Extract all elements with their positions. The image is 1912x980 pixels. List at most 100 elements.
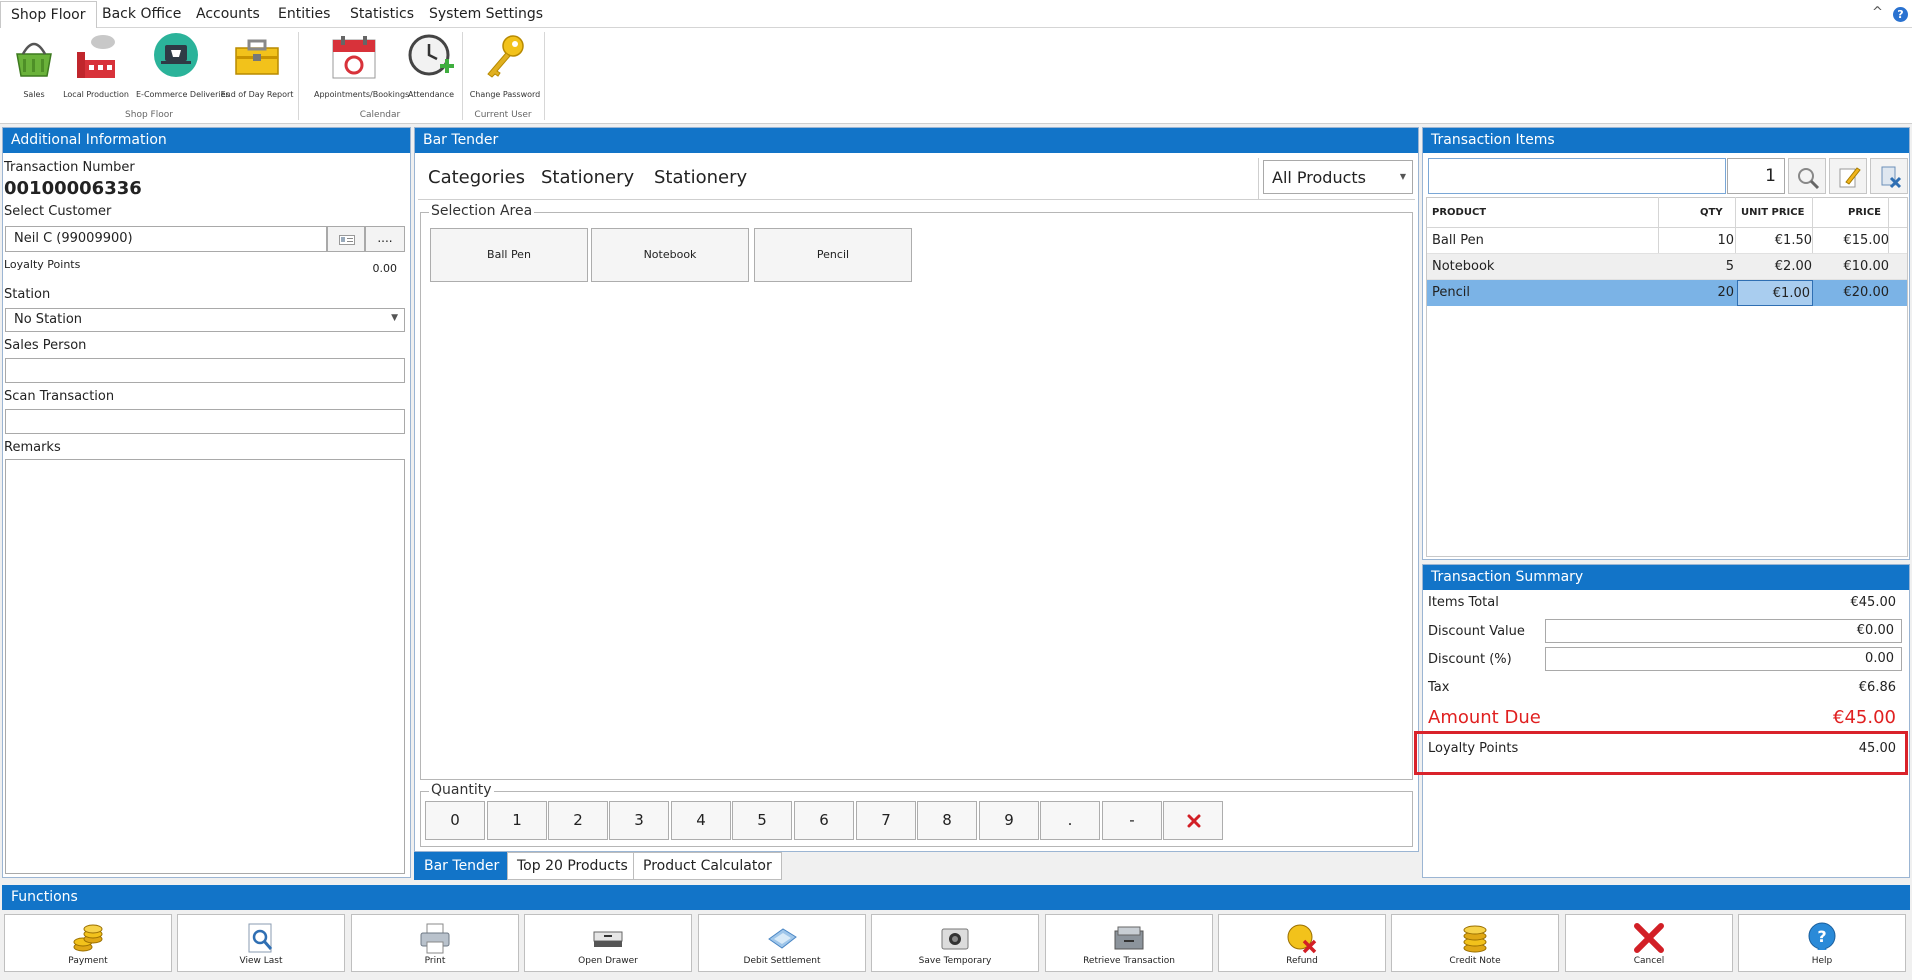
- keypad-6[interactable]: 6: [794, 801, 854, 840]
- keypad-0[interactable]: 0: [425, 801, 485, 840]
- cell-product: Notebook: [1432, 259, 1495, 274]
- cell-unit-price[interactable]: €1.00: [1737, 280, 1813, 306]
- print-button[interactable]: Print: [351, 914, 519, 972]
- keypad-7[interactable]: 7: [856, 801, 916, 840]
- keypad-9[interactable]: 9: [979, 801, 1039, 840]
- save-temporary-button[interactable]: Save Temporary: [871, 914, 1039, 972]
- printer-icon: [420, 923, 450, 954]
- discount-percent-field[interactable]: 0.00: [1545, 647, 1902, 671]
- customer-field[interactable]: Neil C (99009900): [5, 226, 327, 252]
- keypad-4[interactable]: 4: [671, 801, 731, 840]
- discount-value-label: Discount Value: [1428, 624, 1525, 639]
- debit-settlement-button[interactable]: Debit Settlement: [698, 914, 866, 972]
- keypad-3[interactable]: 3: [609, 801, 669, 840]
- end-of-day-report-button[interactable]: End of Day Report: [217, 32, 297, 100]
- appointments-bookings-button[interactable]: Appointments/Bookings: [314, 32, 410, 100]
- payment-label: Payment: [68, 956, 108, 966]
- chevron-down-icon: ▼: [1399, 172, 1406, 181]
- product-button-pencil[interactable]: Pencil: [754, 228, 912, 282]
- product-filter-select[interactable]: All Products ▼: [1263, 160, 1413, 194]
- keypad-2[interactable]: 2: [548, 801, 608, 840]
- item-search-button[interactable]: [1788, 158, 1826, 194]
- key-icon: [487, 35, 524, 78]
- cell-qty: 20: [1717, 285, 1734, 300]
- remarks-field[interactable]: [5, 459, 405, 874]
- tab-product-calculator[interactable]: Product Calculator: [633, 852, 782, 880]
- edit-item-button[interactable]: [1829, 158, 1867, 194]
- keypad-1[interactable]: 1: [487, 801, 547, 840]
- breadcrumb-stationery-sub[interactable]: Stationery: [654, 167, 747, 188]
- ribbon-group-separator: [462, 32, 463, 120]
- local-production-button[interactable]: Local Production: [56, 32, 136, 100]
- help-round-icon[interactable]: ?: [1893, 7, 1908, 22]
- breadcrumb-categories[interactable]: Categories: [428, 167, 525, 188]
- quantity-label: Quantity: [429, 782, 494, 798]
- open-drawer-button[interactable]: Open Drawer: [524, 914, 692, 972]
- table-row[interactable]: Notebook 5 €2.00 €10.00: [1427, 254, 1907, 280]
- ecommerce-deliveries-button[interactable]: E-Commerce Deliveries: [136, 32, 230, 100]
- tab-bar-tender[interactable]: Bar Tender: [414, 852, 510, 880]
- clock-icon: [408, 34, 454, 76]
- tab-back-office[interactable]: Back Office: [102, 6, 181, 22]
- breadcrumb-stationery[interactable]: Stationery: [541, 167, 634, 188]
- id-card-icon: [339, 235, 355, 245]
- attendance-label: Attendance: [408, 90, 454, 99]
- ribbon-tab-strip: Shop Floor Back Office Accounts Entities…: [0, 0, 1912, 29]
- tab-accounts[interactable]: Accounts: [196, 6, 260, 22]
- customer-more-button[interactable]: ....: [365, 226, 405, 252]
- transaction-number: 00100006336: [4, 178, 142, 199]
- attendance-button[interactable]: Attendance: [391, 32, 471, 100]
- ecommerce-deliveries-label: E-Commerce Deliveries: [136, 90, 230, 99]
- discount-value-field[interactable]: €0.00: [1545, 619, 1902, 643]
- refund-icon: [1287, 924, 1317, 954]
- keypad-5[interactable]: 5: [732, 801, 792, 840]
- station-select[interactable]: No Station ▼: [5, 308, 405, 332]
- item-search-input[interactable]: [1428, 158, 1726, 194]
- tab-shop-floor[interactable]: Shop Floor: [0, 1, 97, 29]
- panel-title: Transaction Summary: [1423, 565, 1909, 590]
- sales-person-field[interactable]: [5, 358, 405, 383]
- payment-button[interactable]: Payment: [4, 914, 172, 972]
- table-row[interactable]: Ball Pen 10 €1.50 €15.00: [1427, 228, 1907, 254]
- table-row-selected[interactable]: Pencil 20 €1.00 €20.00: [1427, 280, 1907, 306]
- column-header-product: PRODUCT: [1432, 207, 1487, 218]
- change-password-button[interactable]: Change Password: [465, 32, 545, 100]
- summary-loyalty-points-value: 45.00: [1858, 741, 1896, 756]
- keypad-decimal[interactable]: .: [1040, 801, 1100, 840]
- retrieve-icon: [1114, 926, 1144, 950]
- transaction-number-label: Transaction Number: [4, 160, 135, 175]
- product-button-notebook[interactable]: Notebook: [591, 228, 749, 282]
- retrieve-transaction-button[interactable]: Retrieve Transaction: [1045, 914, 1213, 972]
- cell-qty: 10: [1717, 233, 1734, 248]
- functions-title: Functions: [2, 885, 1910, 910]
- ribbon-group-separator: [298, 32, 299, 120]
- product-button-ball-pen[interactable]: Ball Pen: [430, 228, 588, 282]
- print-label: Print: [424, 956, 446, 966]
- refund-button[interactable]: Refund: [1218, 914, 1386, 972]
- tab-system-settings[interactable]: System Settings: [429, 6, 543, 22]
- tab-entities[interactable]: Entities: [278, 6, 330, 22]
- divider: [418, 199, 1415, 200]
- change-password-label: Change Password: [469, 90, 541, 99]
- station-label: Station: [4, 287, 51, 302]
- help-button[interactable]: ? Help: [1738, 914, 1906, 972]
- keypad-clear-button[interactable]: [1163, 801, 1223, 840]
- tab-top-20-products[interactable]: Top 20 Products: [507, 852, 638, 880]
- view-last-icon: [248, 923, 273, 953]
- tab-statistics[interactable]: Statistics: [350, 6, 414, 22]
- remove-item-button[interactable]: [1870, 158, 1908, 194]
- amount-due-value: €45.00: [1833, 707, 1896, 728]
- keypad-minus[interactable]: -: [1102, 801, 1162, 840]
- appointments-bookings-label: Appointments/Bookings: [314, 90, 410, 99]
- ribbon-group-label: Current User: [474, 110, 532, 120]
- debit-icon: [768, 928, 797, 949]
- customer-card-button[interactable]: [327, 226, 365, 252]
- view-last-button[interactable]: View Last: [177, 914, 345, 972]
- keypad-8[interactable]: 8: [917, 801, 977, 840]
- item-quantity-input[interactable]: 1: [1727, 158, 1785, 194]
- credit-note-button[interactable]: Credit Note: [1391, 914, 1559, 972]
- cancel-button[interactable]: Cancel: [1565, 914, 1733, 972]
- collapse-ribbon-icon[interactable]: ^: [1872, 5, 1883, 20]
- credit-note-label: Credit Note: [1449, 956, 1501, 966]
- scan-transaction-field[interactable]: [5, 409, 405, 434]
